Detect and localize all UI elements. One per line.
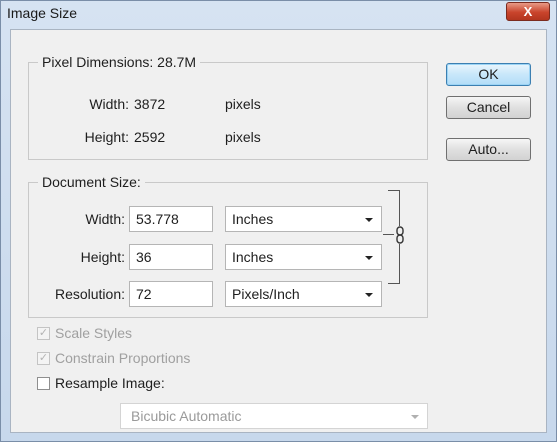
checkmark-icon: ✓	[38, 327, 49, 339]
constrain-proportions-checkbox[interactable]: ✓	[37, 352, 50, 365]
pixel-dimensions-legend: Pixel Dimensions: 28.7M	[38, 54, 201, 71]
pixel-width-unit: pixels	[225, 96, 261, 112]
doc-width-input[interactable]: 53.778	[129, 206, 213, 232]
doc-height-label: Height:	[80, 249, 125, 265]
close-button[interactable]: X	[506, 2, 550, 21]
pixel-height-value: 2592	[134, 129, 166, 145]
document-size-legend: Document Size:	[38, 174, 145, 191]
doc-width-unit: Inches	[232, 211, 274, 227]
resample-method-select[interactable]: Bicubic Automatic	[120, 403, 428, 429]
ok-button[interactable]: OK	[446, 63, 531, 86]
resample-method-value: Bicubic Automatic	[131, 408, 242, 424]
resolution-label: Resolution:	[54, 286, 125, 302]
dialog-body: Pixel Dimensions: 28.7M Width: 3872 pixe…	[10, 29, 547, 433]
doc-height-input[interactable]: 36	[129, 244, 213, 270]
pixel-height-label: Height:	[84, 129, 129, 145]
pixel-height-unit: pixels	[225, 129, 261, 145]
cancel-button[interactable]: Cancel	[446, 96, 531, 119]
chevron-down-icon	[411, 415, 419, 419]
resample-image-checkbox[interactable]	[37, 377, 50, 390]
pixel-dimensions-size: 28.7M	[157, 54, 197, 70]
chevron-down-icon	[365, 218, 373, 222]
image-size-dialog: Image Size X Pixel Dimensions: 28.7M Wid…	[0, 0, 557, 442]
pixel-width-label: Width:	[89, 96, 129, 112]
resolution-value: 72	[136, 286, 152, 302]
scale-styles-checkbox[interactable]: ✓	[37, 327, 50, 340]
auto-button[interactable]: Auto...	[446, 138, 531, 161]
title-bar[interactable]: Image Size X	[1, 1, 556, 27]
doc-height-unit: Inches	[232, 249, 274, 265]
checkmark-icon: ✓	[38, 352, 49, 364]
constrain-proportions-label: Constrain Proportions	[55, 350, 191, 366]
doc-width-value: 53.778	[136, 211, 179, 227]
resample-image-label: Resample Image:	[55, 375, 165, 391]
doc-height-unit-select[interactable]: Inches	[225, 244, 382, 270]
scale-styles-label: Scale Styles	[55, 325, 133, 341]
chevron-down-icon	[365, 256, 373, 260]
doc-width-unit-select[interactable]: Inches	[225, 206, 382, 232]
resolution-input[interactable]: 72	[129, 281, 213, 307]
resolution-unit-select[interactable]: Pixels/Inch	[225, 281, 382, 307]
close-icon: X	[523, 4, 533, 19]
chain-link-icon	[394, 226, 406, 244]
chevron-down-icon	[365, 293, 373, 297]
doc-height-value: 36	[136, 249, 152, 265]
resolution-unit: Pixels/Inch	[232, 286, 300, 302]
dialog-title: Image Size	[7, 5, 78, 21]
pixel-width-value: 3872	[134, 96, 166, 112]
doc-width-label: Width:	[85, 211, 125, 227]
